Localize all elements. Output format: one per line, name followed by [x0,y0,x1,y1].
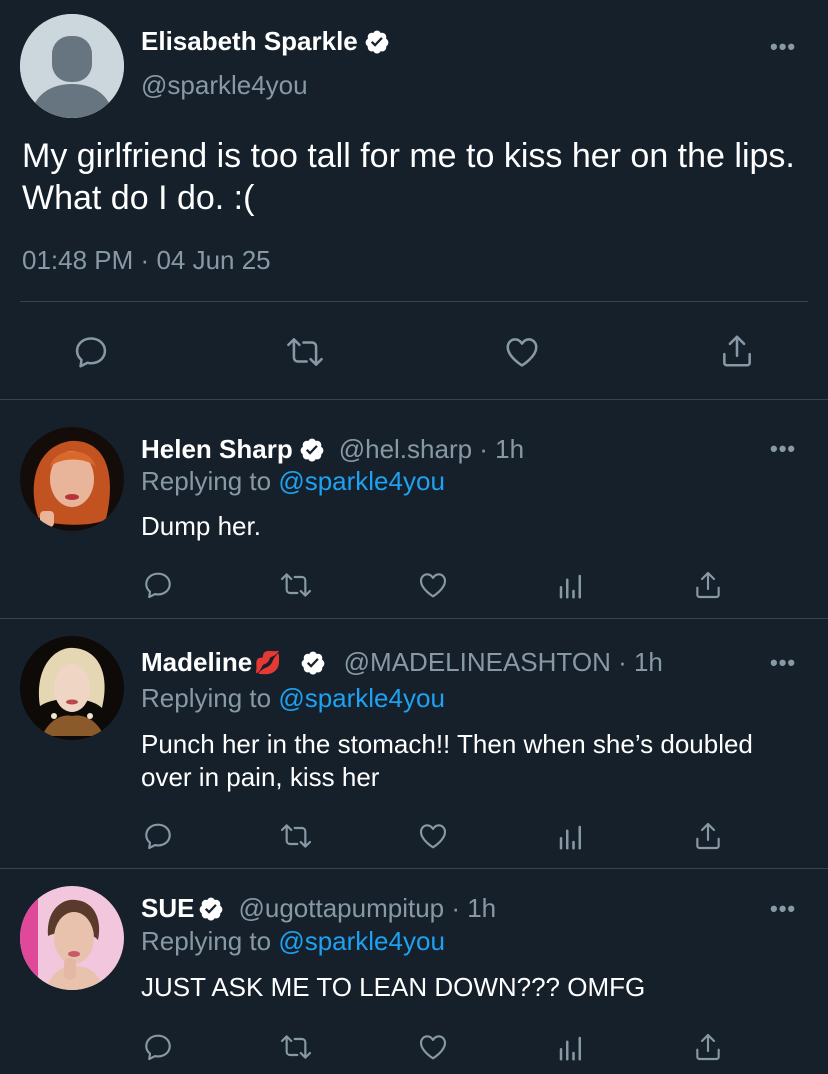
meta-separator: · [140,245,150,275]
verified-badge-icon [299,437,325,463]
author-name[interactable]: Elisabeth Sparkle [141,26,358,57]
share-icon[interactable] [692,819,724,853]
retweet-icon[interactable] [278,820,314,852]
more-options-icon[interactable]: ••• [770,650,796,676]
lips-emoji-icon: 💋 [254,649,282,675]
verified-badge-icon [364,29,390,55]
reply-avatar[interactable] [20,636,124,740]
share-icon[interactable] [692,1030,724,1064]
avatar-photo [20,886,124,990]
reply-handle[interactable]: @hel.sharp · 1h [339,434,524,465]
replying-to-label: Replying to [141,466,279,496]
divider [20,301,808,302]
reply-icon[interactable] [142,569,174,601]
divider [0,618,828,619]
more-options-icon[interactable]: ••• [770,436,796,462]
like-icon[interactable] [502,333,542,371]
divider [0,399,828,400]
replying-to: Replying to @sparkle4you [141,683,445,714]
tweet-text: My girlfriend is too tall for me to kiss… [22,137,795,217]
tweet-date: 04 Jun 25 [156,245,271,275]
replying-to: Replying to @sparkle4you [141,926,445,957]
like-icon[interactable] [416,1031,450,1063]
reply-author-name[interactable]: Madeline [141,647,252,678]
retweet-icon[interactable] [278,569,314,601]
reply-header[interactable]: Helen Sharp @hel.sharp · 1h [141,434,524,465]
reply-header[interactable]: SUE @ugottapumpitup · 1h [141,893,496,924]
reply-icon[interactable] [142,1031,174,1063]
tweet-time: 01:48 PM [22,245,134,275]
verified-badge-icon [300,650,326,676]
replying-to-mention[interactable]: @sparkle4you [278,683,445,713]
share-icon[interactable] [692,568,724,602]
replying-to-label: Replying to [141,683,279,713]
reply-text: Dump her. [141,511,261,541]
analytics-icon[interactable] [556,1032,586,1064]
reply-icon[interactable] [142,820,174,852]
author-handle[interactable]: @sparkle4you [141,70,308,101]
analytics-icon[interactable] [556,821,586,853]
reply-handle[interactable]: @ugottapumpitup · 1h [238,893,496,924]
replying-to-label: Replying to [141,926,279,956]
author-name-row[interactable]: Elisabeth Sparkle [141,26,390,57]
author-avatar[interactable] [20,14,124,118]
more-options-icon[interactable]: ••• [770,34,796,60]
reply-icon[interactable] [72,333,110,371]
verified-badge-icon [198,896,224,922]
retweet-icon[interactable] [284,333,326,371]
share-icon[interactable] [718,331,756,371]
tweet-timestamp[interactable]: 01:48 PM · 04 Jun 25 [22,245,271,276]
reply-header[interactable]: Madeline 💋 @MADELINEASHTON · 1h [141,647,663,678]
reply-text: JUST ASK ME TO LEAN DOWN??? OMFG [141,972,646,1002]
reply-text: Punch her in the stomach!! Then when she… [141,729,753,792]
divider [0,868,828,869]
reply-author-name[interactable]: SUE [141,893,194,924]
like-icon[interactable] [416,569,450,601]
reply-handle[interactable]: @MADELINEASHTON · 1h [344,647,663,678]
analytics-icon[interactable] [556,570,586,602]
replying-to-mention[interactable]: @sparkle4you [278,926,445,956]
reply-avatar[interactable] [20,886,124,990]
replying-to-mention[interactable]: @sparkle4you [278,466,445,496]
default-avatar-icon [20,14,124,118]
like-icon[interactable] [416,820,450,852]
retweet-icon[interactable] [278,1031,314,1063]
avatar-photo [20,636,124,740]
reply-avatar[interactable] [20,427,124,531]
reply-author-name[interactable]: Helen Sharp [141,434,293,465]
avatar-photo [20,427,124,531]
replying-to: Replying to @sparkle4you [141,466,445,497]
more-options-icon[interactable]: ••• [770,896,796,922]
